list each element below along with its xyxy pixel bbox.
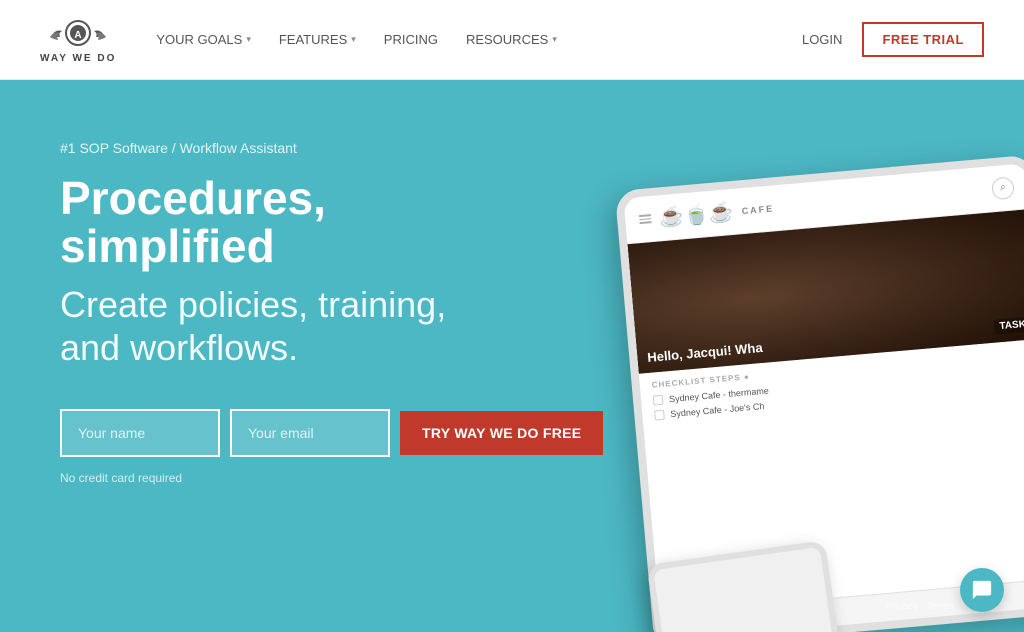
checkbox[interactable] bbox=[654, 410, 665, 421]
cafe-label: CAFE bbox=[741, 203, 774, 216]
signup-form: TRY WAY WE DO FREE bbox=[60, 409, 520, 457]
main-nav: YOUR GOALS ▾ FEATURES ▾ PRICING RESOURCE… bbox=[156, 32, 802, 47]
hero-title: Procedures, simplified bbox=[60, 174, 520, 271]
checklist-item-label: Sydney Cafe - Joe's Ch bbox=[670, 401, 765, 419]
login-button[interactable]: LOGIN bbox=[802, 32, 842, 47]
cta-button[interactable]: TRY WAY WE DO FREE bbox=[400, 411, 603, 455]
search-icon[interactable]: ⌕ bbox=[991, 176, 1015, 200]
nav-features[interactable]: FEATURES ▾ bbox=[279, 32, 356, 47]
free-trial-button[interactable]: FREE TRIAL bbox=[862, 22, 984, 57]
coffee-icon: ☕🍵☕ bbox=[658, 199, 735, 230]
hero-description: Create policies, training,and workflows. bbox=[60, 283, 520, 369]
hero-subtitle: #1 SOP Software / Workflow Assistant bbox=[60, 140, 520, 156]
logo[interactable]: A WAY WE DO bbox=[40, 15, 116, 64]
device-mockup: ☕🍵☕ CAFE ⌕ Hello, Jacqui! Wha TASK CHECK… bbox=[534, 172, 1024, 632]
site-header: A WAY WE DO YOUR GOALS ▾ FEATURES ▾ PRIC… bbox=[0, 0, 1024, 80]
hero-section: #1 SOP Software / Workflow Assistant Pro… bbox=[0, 80, 1024, 632]
chevron-down-icon: ▾ bbox=[246, 34, 251, 45]
chevron-down-icon: ▾ bbox=[351, 34, 356, 45]
chat-button[interactable] bbox=[960, 568, 1004, 612]
no-cc-text: No credit card required bbox=[60, 471, 520, 485]
hamburger-icon bbox=[639, 214, 652, 224]
name-input[interactable] bbox=[60, 409, 220, 457]
nav-pricing[interactable]: PRICING bbox=[384, 32, 438, 47]
checkbox[interactable] bbox=[653, 395, 664, 406]
header-right: LOGIN FREE TRIAL bbox=[802, 22, 984, 57]
nav-resources[interactable]: RESOURCES ▾ bbox=[466, 32, 557, 47]
hero-content: #1 SOP Software / Workflow Assistant Pro… bbox=[60, 140, 520, 485]
logo-emblem: A bbox=[48, 15, 108, 51]
chevron-down-icon: ▾ bbox=[552, 34, 557, 45]
email-input[interactable] bbox=[230, 409, 390, 457]
nav-your-goals[interactable]: YOUR GOALS ▾ bbox=[156, 32, 251, 47]
logo-text: WAY WE DO bbox=[40, 53, 116, 64]
privacy-notice: Privacy - Terms bbox=[885, 601, 954, 612]
svg-text:A: A bbox=[75, 30, 82, 41]
app-logo: ☕🍵☕ CAFE bbox=[658, 195, 775, 230]
task-label: TASK bbox=[993, 316, 1024, 334]
